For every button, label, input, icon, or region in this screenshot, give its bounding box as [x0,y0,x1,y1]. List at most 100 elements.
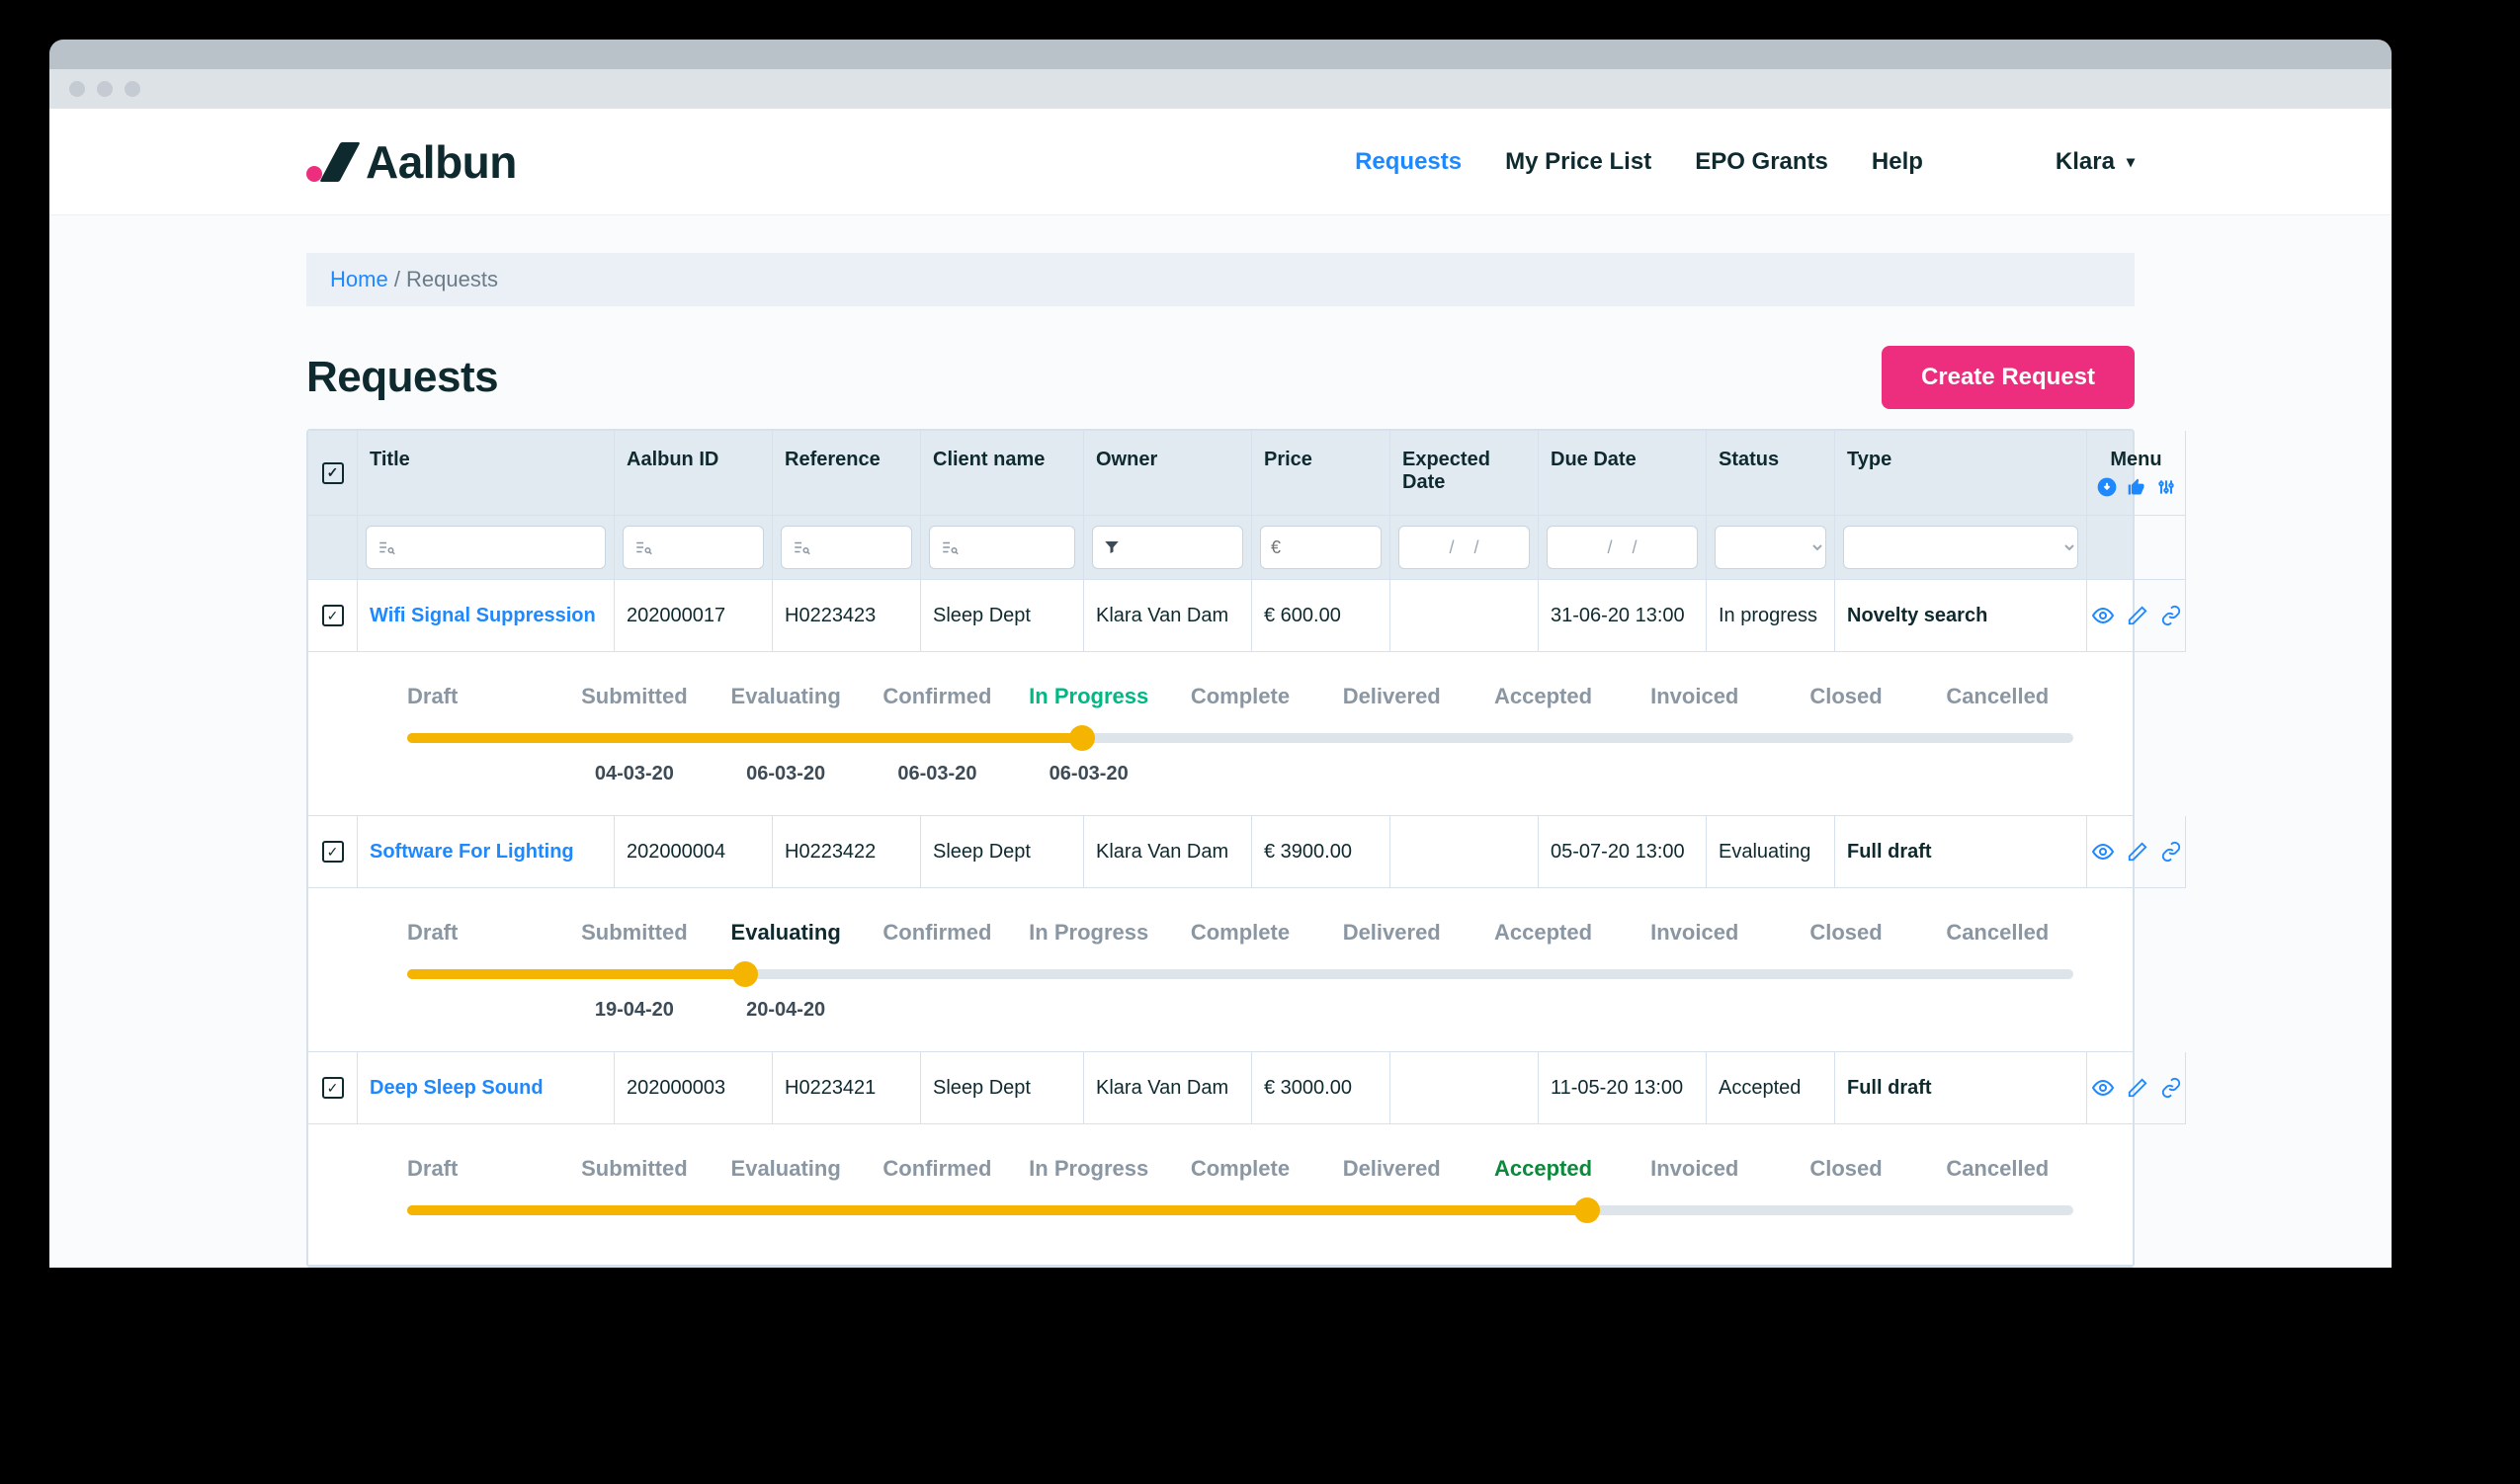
download-icon[interactable] [2097,477,2117,497]
row-title-link[interactable]: Deep Sleep Sound [370,1077,544,1100]
timeline-stage: Delivered [1316,920,1468,946]
link-icon[interactable] [2160,605,2182,626]
table-filters: / / / / [308,516,2133,580]
browser-traffic-lights [49,69,2392,109]
timeline-date: 06-03-20 [862,763,1013,785]
row-title-link[interactable]: Software For Lighting [370,841,574,864]
row-status: Evaluating [1707,816,1835,888]
timeline-date [1316,999,1468,1022]
timeline-date [407,999,558,1022]
timeline-stage: Evaluating [711,920,862,946]
row-checkbox[interactable]: ✓ [322,1077,344,1099]
timeline-stage: Accepted [1468,684,1619,709]
thumbs-up-icon[interactable] [2127,477,2146,497]
timeline-stage: Cancelled [1922,920,2073,946]
link-icon[interactable] [2160,841,2182,863]
row-checkbox[interactable]: ✓ [322,605,344,626]
timeline-date [1013,999,1164,1022]
row-actions [2087,580,2186,652]
timeline-knob[interactable] [732,961,758,987]
create-request-button[interactable]: Create Request [1882,346,2135,409]
timeline-stage: Invoiced [1619,920,1770,946]
timeline-date [1922,999,2073,1022]
timeline-stage: Draft [407,684,558,709]
breadcrumb-home[interactable]: Home [330,267,388,291]
timeline-stage: Cancelled [1922,1156,2073,1182]
col-client-name[interactable]: Client name [921,431,1084,516]
view-icon[interactable] [2091,604,2115,627]
nav-help[interactable]: Help [1872,148,1923,176]
filter-owner[interactable] [1092,526,1243,569]
row-reference: H0223422 [773,816,921,888]
timeline-knob[interactable] [1069,725,1095,751]
filter-due-date[interactable]: / / [1547,526,1698,569]
timeline-stage: Submitted [558,684,710,709]
brand-logo[interactable]: Aalbun [306,135,517,189]
row-status: Accepted [1707,1052,1835,1124]
row-due-date: 11-05-20 13:00 [1539,1052,1707,1124]
col-aalbun-id[interactable]: Aalbun ID [615,431,773,516]
link-icon[interactable] [2160,1077,2182,1099]
row-due-date: 05-07-20 13:00 [1539,816,1707,888]
row-type: Full draft [1835,816,2087,888]
edit-icon[interactable] [2127,1077,2148,1099]
col-owner[interactable]: Owner [1084,431,1252,516]
browser-tabbar [49,40,2392,69]
breadcrumb-current: Requests [406,267,498,291]
breadcrumb: Home / Requests [306,253,2135,306]
filter-reference[interactable] [781,526,912,569]
filter-title[interactable] [366,526,606,569]
filter-client-name[interactable] [929,526,1075,569]
row-checkbox[interactable]: ✓ [322,841,344,863]
timeline-stage: Delivered [1316,1156,1468,1182]
timeline-date [862,999,1013,1022]
timeline-stage: Confirmed [862,1156,1013,1182]
filter-aalbun-id[interactable] [623,526,764,569]
timeline-date [407,763,558,785]
filter-status[interactable] [1715,526,1826,569]
nav-epo-grants[interactable]: EPO Grants [1695,148,1828,176]
nav-my-price-list[interactable]: My Price List [1505,148,1651,176]
timeline-date [1164,999,1315,1022]
timeline-date: 06-03-20 [711,763,862,785]
user-menu[interactable]: Klara ▾ [2056,148,2135,176]
settings-icon[interactable] [2156,477,2176,497]
col-reference[interactable]: Reference [773,431,921,516]
edit-icon[interactable] [2127,605,2148,626]
timeline-stage: Complete [1164,684,1315,709]
row-reference: H0223421 [773,1052,921,1124]
timeline-knob[interactable] [1574,1197,1600,1223]
row-expected-date [1390,816,1539,888]
col-status[interactable]: Status [1707,431,1835,516]
edit-icon[interactable] [2127,841,2148,863]
nav-requests[interactable]: Requests [1355,148,1462,176]
timeline-date [1468,999,1619,1022]
timeline-stage: In Progress [1013,1156,1164,1182]
row-expected-date [1390,580,1539,652]
col-due-date[interactable]: Due Date [1539,431,1707,516]
timeline-date [1922,763,2073,785]
row-title-link[interactable]: Wifi Signal Suppression [370,605,596,627]
timeline-date [1316,763,1468,785]
col-title[interactable]: Title [358,431,615,516]
timeline-date: 20-04-20 [711,999,862,1022]
col-expected-date[interactable]: Expected Date [1390,431,1539,516]
select-all-checkbox[interactable]: ✓ [322,462,344,484]
filter-type[interactable] [1843,526,2078,569]
logo-icon [306,142,356,182]
row-price: € 3900.00 [1252,816,1390,888]
timeline-date [1468,763,1619,785]
page-title: Requests [306,353,498,402]
filter-price[interactable] [1260,526,1382,569]
brand-name: Aalbun [366,135,517,189]
timeline-stage: Accepted [1468,1156,1619,1182]
row-timeline: DraftSubmittedEvaluatingConfirmedIn Prog… [308,652,2133,816]
table-header: ✓ Title Aalbun ID Reference Client name … [308,431,2133,516]
row-expected-date [1390,1052,1539,1124]
view-icon[interactable] [2091,840,2115,864]
timeline-stage: Closed [1770,1156,1921,1182]
col-type[interactable]: Type [1835,431,2087,516]
view-icon[interactable] [2091,1076,2115,1100]
col-price[interactable]: Price [1252,431,1390,516]
filter-expected-date[interactable]: / / [1398,526,1530,569]
